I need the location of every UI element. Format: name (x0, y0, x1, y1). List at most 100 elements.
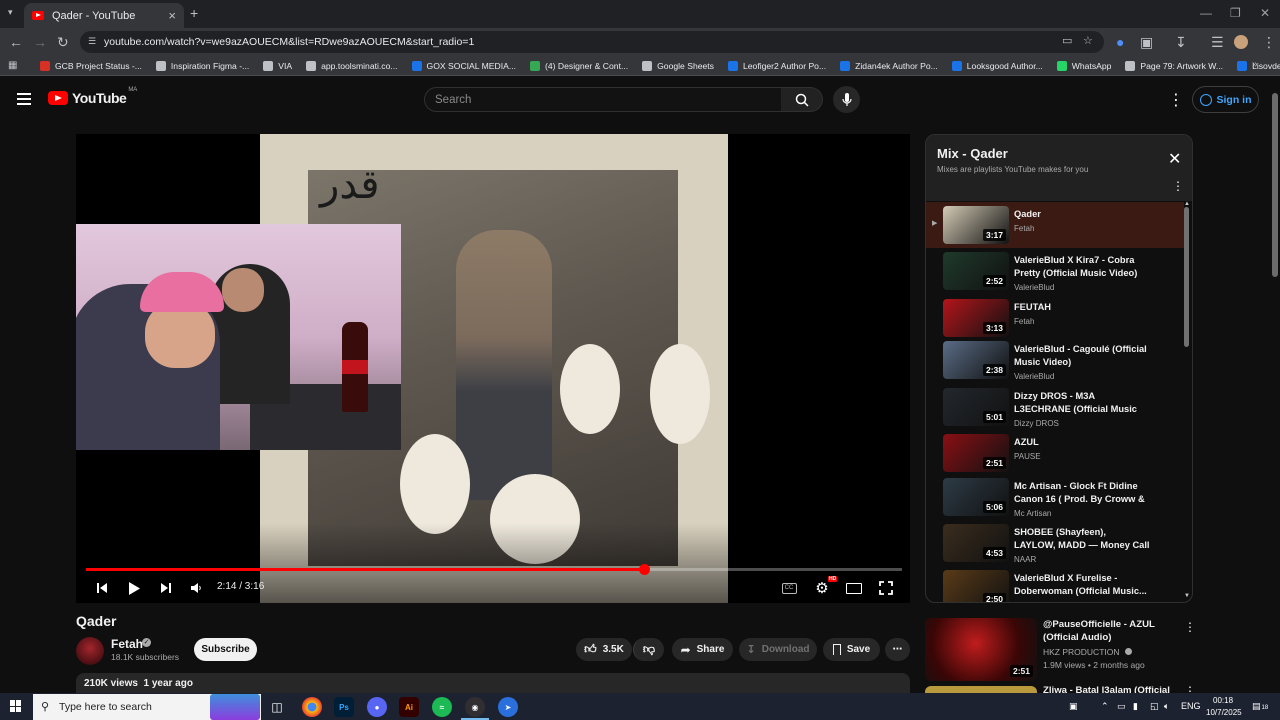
restore-window-icon[interactable]: ❐ (1230, 6, 1241, 20)
playlist-thumbnail[interactable]: 2:52 (943, 252, 1009, 290)
profile-avatar[interactable] (1234, 35, 1248, 49)
photoshop-icon[interactable]: Ps (334, 697, 354, 717)
playlist-thumbnail[interactable]: 2:38 (943, 341, 1009, 379)
playlist-item[interactable]: 3:13 FEUTAH Fetah (926, 295, 1184, 341)
tray-app-icon[interactable]: ▣ (1069, 701, 1078, 712)
playlist-item[interactable]: 2:38 ValerieBlud - Cagoulé (Official Musi… (926, 337, 1184, 383)
fullscreen-button[interactable] (876, 578, 896, 598)
clock-date[interactable]: 10/7/2025 (1206, 708, 1242, 717)
bookmark-item[interactable]: Looksgood Author... (951, 60, 1043, 71)
bookmark-item[interactable]: Google Sheets (642, 60, 714, 71)
windows-start-icon[interactable] (10, 700, 22, 712)
progress-bar[interactable] (86, 564, 902, 575)
wifi-icon[interactable]: ◱ (1150, 701, 1159, 712)
bookmark-item[interactable]: Inspiration Figma -... (155, 60, 249, 71)
description-box[interactable]: 210K views 1 year ago (76, 673, 910, 693)
captions-button[interactable]: CC (779, 578, 799, 598)
bookmark-item[interactable]: GCB Project Status -... (40, 60, 142, 71)
playlist-thumbnail[interactable]: 3:17 (943, 206, 1009, 244)
playlist-thumbnail[interactable]: 2:51 (943, 434, 1009, 472)
bookmark-star-icon[interactable]: ☆ (1083, 34, 1093, 47)
playlist-thumbnail[interactable]: 5:01 (943, 388, 1009, 426)
address-bar[interactable]: ☰ youtube.com/watch?v=we9azAOUECM&list=R… (80, 31, 1104, 53)
playlist-thumbnail[interactable]: 4:53 (943, 524, 1009, 562)
dislike-button[interactable]: 👎︎ (633, 638, 664, 661)
like-button[interactable]: 👍︎ 3.5K (576, 638, 632, 661)
playlist-thumbnail[interactable]: 5:06 (943, 478, 1009, 516)
microphone-icon[interactable]: ▮ (1133, 701, 1138, 712)
download-icon[interactable]: ↧ (1175, 34, 1187, 51)
mute-button[interactable] (186, 578, 206, 598)
illustrator-icon[interactable]: Ai (399, 697, 419, 717)
task-view-icon[interactable]: ◫ (267, 697, 287, 717)
search-input[interactable]: Search (424, 87, 782, 112)
browser-tab[interactable]: Qader - YouTube × (24, 3, 184, 28)
playlist-item[interactable]: 4:53 SHOBEE (Shayfeen), LAYLOW, MADD — Mo… (926, 520, 1184, 566)
playlist-item[interactable]: 5:01 Dizzy DROS - M3A L3ECHRANE (Official… (926, 384, 1184, 430)
forward-icon[interactable]: → (33, 34, 47, 50)
channel-avatar[interactable] (76, 637, 104, 665)
volume-icon[interactable]: 🔈︎ (1164, 701, 1169, 712)
bookmark-item[interactable]: Lisovdesign Author... (1237, 60, 1280, 71)
youtube-logo[interactable]: YouTube MA (48, 87, 137, 106)
download-button[interactable]: ↧ Download (739, 638, 817, 661)
network-icon[interactable]: ▭ (1117, 701, 1126, 712)
playlist-item[interactable]: 5:06 Mc Artisan - Glock Ft Didine Canon 1… (926, 474, 1184, 520)
discord-icon[interactable]: ● (367, 697, 387, 717)
back-icon[interactable]: ← (9, 34, 23, 50)
recommendation-thumbnail[interactable]: 2:51 (925, 618, 1037, 681)
apps-grid-icon[interactable]: ▦ (8, 60, 17, 71)
next-button[interactable] (156, 578, 176, 598)
save-button[interactable]: Save (823, 638, 880, 661)
search-button[interactable] (781, 87, 823, 112)
video-player[interactable]: قدر 2:14 / 3:16 CC ⚙ HD (76, 134, 910, 603)
chrome-menu-icon[interactable]: ⋮ (1262, 34, 1276, 51)
install-app-icon[interactable]: ▭ (1062, 34, 1072, 47)
media-control-icon[interactable]: ☰ (1211, 34, 1224, 51)
spotify-icon[interactable]: ≈ (432, 697, 452, 717)
play-button[interactable] (124, 578, 144, 598)
menu-icon[interactable] (17, 93, 31, 105)
playlist-more-icon[interactable]: ⋮ (1172, 179, 1184, 193)
playlist-thumbnail[interactable]: 3:13 (943, 299, 1009, 337)
site-info-icon[interactable]: ☰ (88, 36, 96, 47)
recommendation-channel[interactable]: HKZ PRODUCTION (1043, 647, 1132, 657)
recommendation-title[interactable]: @PauseOfficielle - AZUL (Official Audio) (1043, 618, 1175, 644)
chrome-icon[interactable] (302, 697, 322, 717)
playlist-thumbnail[interactable]: 2:50 (943, 570, 1009, 602)
theater-mode-button[interactable] (844, 578, 864, 598)
playlist-item[interactable]: ▶ 3:17 Qader Fetah (926, 202, 1184, 248)
bookmark-item[interactable]: Leofiger2 Author Po... (727, 60, 826, 71)
page-scrollbar[interactable] (1272, 93, 1278, 277)
scroll-up-icon[interactable]: ▲ (1184, 201, 1190, 207)
show-hidden-icons[interactable]: ⌃ (1101, 701, 1109, 712)
extension-icon[interactable]: ● (1116, 34, 1124, 50)
language-indicator[interactable]: ENG (1181, 701, 1201, 711)
bookmark-item[interactable]: GOX SOCIAL MEDIA... (411, 60, 516, 71)
more-actions-button[interactable]: ⋯ (885, 638, 910, 661)
more-bookmarks-icon[interactable]: » (1252, 59, 1258, 70)
close-icon[interactable]: ✕ (1168, 149, 1181, 169)
channel-name[interactable]: Fetah (111, 637, 143, 651)
reload-icon[interactable]: ↻ (57, 34, 69, 51)
browser-app-icon[interactable]: ➤ (498, 697, 518, 717)
clock-time[interactable]: 00:18 (1213, 696, 1233, 705)
playlist-scrollbar[interactable] (1184, 207, 1189, 347)
recommendation-more-icon[interactable]: ⋮ (1184, 620, 1196, 634)
previous-button[interactable] (92, 578, 112, 598)
subscribe-button[interactable]: Subscribe (194, 638, 257, 661)
scroll-down-icon[interactable]: ▼ (1184, 593, 1190, 599)
voice-search-button[interactable] (833, 86, 860, 113)
obs-icon[interactable]: ◉ (465, 697, 485, 717)
playlist-item[interactable]: 2:52 ValerieBlud X Kira7 - Cobra Pretty (… (926, 248, 1184, 294)
settings-more-icon[interactable]: ⋮ (1168, 90, 1184, 110)
bookmark-item[interactable]: VIA (263, 60, 292, 71)
search-highlight-image[interactable] (210, 694, 260, 720)
share-button[interactable]: ➦ Share (672, 638, 733, 661)
close-window-icon[interactable]: ✕ (1260, 6, 1270, 20)
extensions-puzzle-icon[interactable]: ▣ (1140, 34, 1153, 51)
bookmark-item[interactable]: Zidan4ek Author Po... (840, 60, 938, 71)
notifications-icon[interactable]: ▤18 (1252, 701, 1268, 712)
new-tab-icon[interactable]: + (190, 5, 198, 21)
playlist-item[interactable]: 2:50 ValerieBlud X Furelise - Doberwoman … (926, 566, 1184, 602)
